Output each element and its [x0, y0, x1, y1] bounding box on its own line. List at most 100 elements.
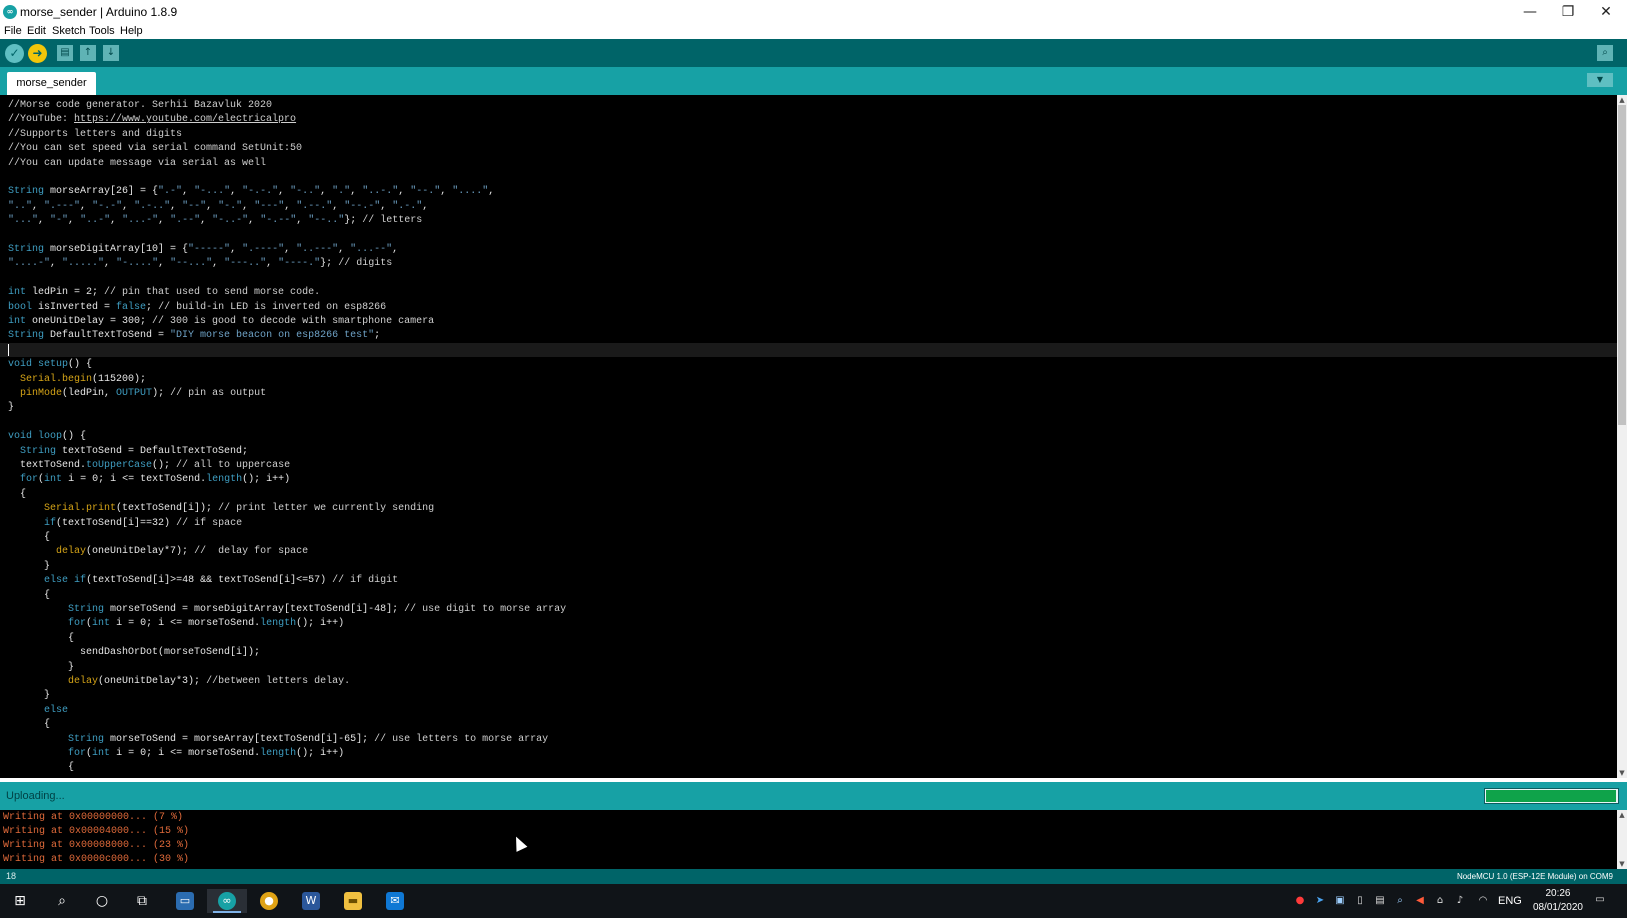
- console-scroll-down-icon[interactable]: ▼: [1618, 859, 1626, 869]
- title-bar: ∞ morse_sender | Arduino 1.8.9 — ❐ ✕: [0, 0, 1627, 24]
- code-line: for(int i = 0; i <= morseToSend.length()…: [68, 618, 345, 630]
- windows-taskbar: ⊞ ⌕ ○ ⧉ ▭ ∞ ● W ▬ ✉ ● ➤ ▣ ▯ ▤ ⌕ ◀ ⌂ ♪ ◠ …: [0, 884, 1627, 918]
- minimize-button[interactable]: —: [1511, 0, 1549, 24]
- scrollbar-thumb[interactable]: [1618, 105, 1626, 425]
- menu-help[interactable]: Help: [120, 25, 143, 37]
- maximize-button[interactable]: ❐: [1549, 0, 1587, 24]
- arrow-down-icon: ↓: [106, 47, 116, 58]
- console-line: Writing at 0x0000c000... (30 %): [3, 854, 190, 865]
- code-line: {: [8, 632, 75, 644]
- menu-sketch[interactable]: Sketch: [52, 25, 86, 37]
- toolbar: ✓ ➜ ▤ ↑ ↓ ⌕: [0, 39, 1627, 67]
- code-line: for(int i = 0; i <= morseToSend.length()…: [68, 748, 345, 759]
- verify-button[interactable]: ✓: [5, 44, 24, 63]
- clock-time: 20:26: [1545, 888, 1571, 899]
- console-scrollbar[interactable]: ▲ ▼: [1617, 810, 1627, 869]
- code-line: String morseToSend = morseDigitArray[tex…: [68, 604, 567, 615]
- document-icon[interactable]: ▯: [1353, 894, 1367, 908]
- checkmark-icon: ✓: [9, 46, 20, 60]
- code-editor[interactable]: //Morse code generator. Serhii Bazavluk …: [0, 95, 1617, 778]
- search-icon[interactable]: ⌕: [42, 889, 82, 913]
- search-tray-icon[interactable]: ⌕: [1393, 894, 1407, 908]
- console-line: Writing at 0x00000000... (7 %): [3, 812, 184, 823]
- devices-icon[interactable]: ⌂: [1433, 894, 1447, 908]
- active-app-indicator: [213, 911, 241, 913]
- clock[interactable]: 20:26 08/01/2020: [1533, 887, 1583, 915]
- console-line: Writing at 0x00008000... (23 %): [3, 840, 190, 851]
- triangle-down-icon: ▼: [1596, 75, 1604, 84]
- open-sketch-button[interactable]: ↑: [80, 45, 96, 61]
- wifi-icon[interactable]: ◠: [1476, 894, 1490, 908]
- footer-bar: 18 NodeMCU 1.0 (ESP-12E Module) on COM9: [0, 869, 1627, 884]
- arrow-right-icon: ➜: [32, 46, 43, 60]
- close-button[interactable]: ✕: [1587, 0, 1625, 24]
- new-sketch-button[interactable]: ▤: [57, 45, 73, 61]
- current-line-highlight: [0, 343, 1617, 357]
- window-title: morse_sender | Arduino 1.8.9: [20, 5, 178, 19]
- windows-start-icon[interactable]: ⊞: [0, 889, 40, 913]
- code-line: //Morse code generator. Serhii Bazavluk …: [8, 100, 273, 111]
- code-line: //Supports letters and digits: [8, 128, 183, 140]
- console-scroll-up-icon[interactable]: ▲: [1618, 810, 1626, 820]
- menu-file[interactable]: File: [4, 25, 22, 37]
- status-bar: Uploading...: [0, 782, 1627, 810]
- code-line: "...", "-", "..-", "...-", ".--", "-..-"…: [8, 215, 423, 227]
- menu-tools[interactable]: Tools: [89, 25, 115, 37]
- record-icon[interactable]: ●: [1293, 894, 1307, 908]
- cortana-icon[interactable]: ○: [82, 889, 122, 913]
- code-line: {: [8, 488, 27, 500]
- scroll-down-icon[interactable]: ▼: [1618, 768, 1626, 778]
- new-file-icon: ▤: [60, 47, 70, 58]
- code-line: }: [8, 402, 15, 414]
- code-line: String DefaultTextToSend = "DIY morse be…: [8, 330, 381, 342]
- menu-edit[interactable]: Edit: [27, 25, 46, 37]
- code-line: bool isInverted = false; // build-in LED…: [8, 301, 387, 313]
- code-line: else: [44, 704, 69, 716]
- code-line: //You can update message via serial as w…: [8, 157, 267, 169]
- upload-button[interactable]: ➜: [28, 44, 47, 63]
- code-line: pinMode(ledPin, OUTPUT); // pin as outpu…: [20, 388, 267, 399]
- word-icon[interactable]: W: [291, 889, 331, 913]
- code-line: textToSend.toUpperCase(); // all to uppe…: [8, 460, 291, 471]
- telegram-icon[interactable]: ➤: [1313, 894, 1327, 908]
- code-line: String morseArray[26] = {".-", "-...", "…: [8, 186, 495, 198]
- console-output[interactable]: Writing at 0x00000000... (7 %) Writing at…: [0, 810, 1617, 869]
- code-line: if(textToSend[i]==32) // if space: [44, 517, 243, 529]
- volume-icon[interactable]: ♪: [1453, 894, 1467, 908]
- line-number: 18: [6, 871, 17, 881]
- clock-date: 08/01/2020: [1532, 902, 1583, 913]
- code-line: int ledPin = 2; // pin that used to send…: [8, 287, 321, 299]
- arduino-icon[interactable]: ∞: [207, 889, 247, 913]
- serial-monitor-button[interactable]: ⌕: [1597, 45, 1613, 61]
- language-indicator[interactable]: ENG: [1498, 884, 1522, 918]
- code-line: String morseDigitArray[10] = {"-----", "…: [8, 244, 399, 255]
- notification-icon[interactable]: ▭: [1593, 893, 1607, 907]
- scroll-up-icon[interactable]: ▲: [1618, 95, 1626, 105]
- code-line: "..", ".---", "-.-", ".-..", "--", "-.",…: [8, 200, 429, 212]
- arrow-up-icon: ↑: [83, 47, 93, 58]
- code-line: String morseToSend = morseArray[textToSe…: [68, 733, 549, 745]
- speaker-muted-icon[interactable]: ◀: [1413, 894, 1427, 908]
- file-explorer-icon[interactable]: ▬: [333, 889, 373, 913]
- notes-icon[interactable]: ▤: [1373, 894, 1387, 908]
- tab-morse-sender[interactable]: morse_sender: [7, 72, 96, 95]
- upload-status-text: Uploading...: [6, 790, 65, 802]
- chrome-icon[interactable]: ●: [249, 889, 289, 913]
- code-line: "....-", ".....", "-....", "--...", "---…: [8, 258, 393, 270]
- code-line: //You can set speed via serial command S…: [8, 143, 303, 155]
- console-line: Writing at 0x00004000... (15 %): [3, 826, 190, 837]
- code-line: }: [8, 661, 75, 673]
- tab-menu-button[interactable]: ▼: [1587, 73, 1613, 87]
- code-line: {: [8, 589, 51, 601]
- outlook-icon[interactable]: ✉: [375, 889, 415, 913]
- tab-bar: morse_sender ▼: [0, 67, 1627, 95]
- save-sketch-button[interactable]: ↓: [103, 45, 119, 61]
- code-line: for(int i = 0; i <= textToSend.length();…: [20, 474, 291, 486]
- network-share-icon[interactable]: ▣: [1333, 894, 1347, 908]
- code-line: void setup() {: [8, 359, 93, 371]
- editor-scrollbar[interactable]: ▲ ▼: [1617, 95, 1627, 778]
- code-line: String textToSend = DefaultTextToSend;: [20, 445, 249, 457]
- magnifier-icon: ⌕: [1602, 47, 1608, 58]
- task-view-icon[interactable]: ⧉: [122, 889, 162, 913]
- remote-desktop-icon[interactable]: ▭: [165, 889, 205, 913]
